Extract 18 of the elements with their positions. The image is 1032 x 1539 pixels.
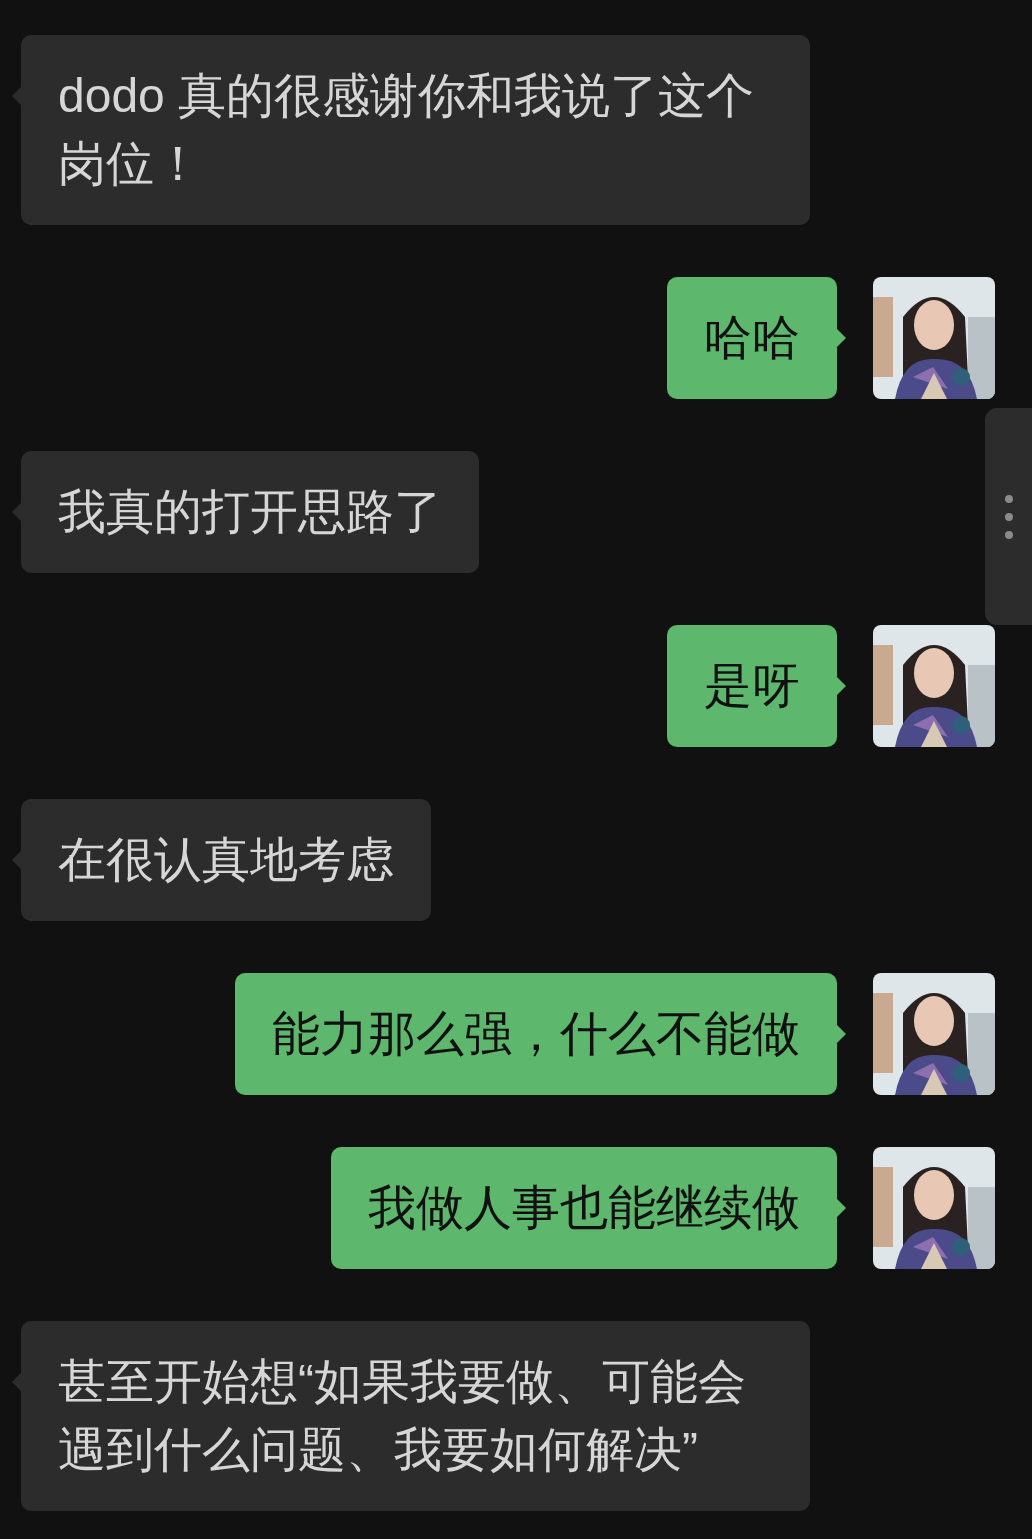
bubble-tail (837, 1025, 846, 1043)
bubble-tail (837, 677, 846, 695)
more-icon (1003, 493, 1014, 540)
bubble-tail (837, 1199, 846, 1217)
message-bubble: 我真的打开思路了 (21, 451, 479, 573)
message-bubble: 能力那么强，什么不能做 (235, 973, 837, 1095)
message-bubble: dodo 真的很感谢你和我说了这个岗位！ (21, 35, 810, 225)
bubble-tail (12, 503, 21, 521)
message-bubble: 甚至开始想“如果我要做、可能会遇到什么问题、我要如何解决” (21, 1321, 810, 1511)
bubble-tail (837, 329, 846, 347)
message-bubble: 我做人事也能继续做 (331, 1147, 837, 1269)
message-bubble: 在很认真地考虑 (21, 799, 431, 921)
bubble-tail (12, 851, 21, 869)
side-handle[interactable] (985, 408, 1032, 625)
message-bubble: 是呀 (667, 625, 837, 747)
message-bubble: 哈哈 (667, 277, 837, 399)
bubble-tail (12, 87, 21, 105)
bubble-tail (12, 1373, 21, 1391)
